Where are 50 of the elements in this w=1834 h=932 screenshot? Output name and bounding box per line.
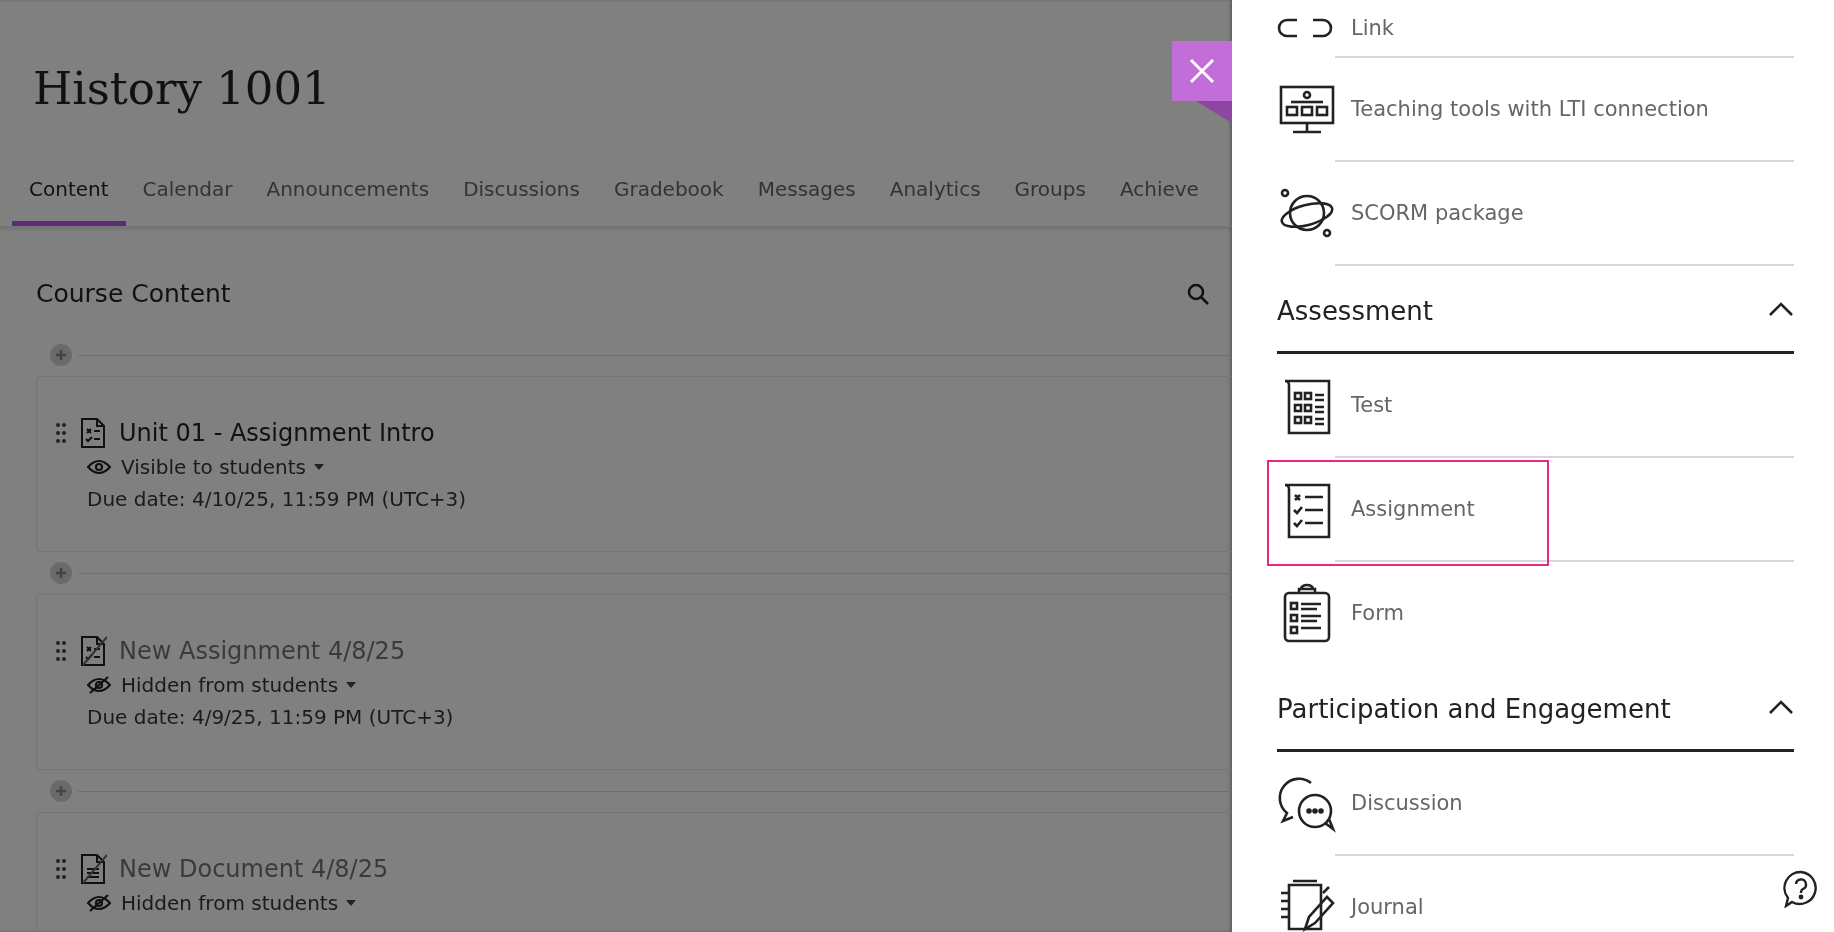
- menu-item[interactable]: SCORM package: [1277, 162, 1794, 264]
- menu-item[interactable]: Test: [1277, 354, 1794, 456]
- nav-tab[interactable]: Discussions: [446, 156, 597, 226]
- content-title[interactable]: New Document 4/8/25: [119, 855, 389, 883]
- add-content-button[interactable]: [50, 344, 72, 366]
- caret-icon: [346, 900, 357, 906]
- nav-tab[interactable]: Calendar: [125, 156, 250, 226]
- help-icon[interactable]: [1782, 870, 1820, 908]
- nav-tab[interactable]: Announcements: [249, 156, 447, 226]
- menu-item[interactable]: Teaching tools with LTI connection: [1277, 58, 1794, 160]
- plus-icon: [55, 785, 67, 797]
- document-icon: [79, 853, 107, 885]
- plus-icon: [55, 349, 67, 361]
- section-title: Assessment: [1277, 295, 1433, 326]
- plus-icon: [55, 567, 67, 579]
- visibility-dropdown[interactable]: Visible to students: [121, 455, 324, 479]
- assignment-icon: [79, 417, 107, 449]
- close-icon: [1189, 58, 1215, 84]
- menu-item[interactable]: Link: [1277, 0, 1794, 56]
- section-heading: Course Content: [36, 279, 231, 308]
- menu-item[interactable]: Journal: [1277, 856, 1794, 932]
- nav-tab[interactable]: Groups: [997, 156, 1103, 226]
- menu-item[interactable]: Discussion: [1277, 752, 1794, 854]
- caret-icon: [346, 682, 357, 688]
- caret-icon: [314, 464, 324, 470]
- assignment-icon: [79, 635, 107, 667]
- visibility-dropdown[interactable]: Hidden from students: [121, 673, 357, 697]
- section-title: Participation and Engagement: [1277, 693, 1671, 724]
- search-icon[interactable]: [1186, 281, 1210, 306]
- course-title: History 1001: [33, 62, 331, 115]
- menu-item[interactable]: Form: [1277, 562, 1794, 664]
- due-date: Due date: 4/9/25, 11:59 PM (UTC+3): [87, 705, 455, 729]
- add-content-button[interactable]: [50, 562, 72, 584]
- nav-tab[interactable]: Content: [12, 156, 126, 226]
- ribbon-fold-icon: [1196, 101, 1232, 123]
- menu-item[interactable]: Assignment: [1277, 458, 1794, 560]
- drag-handle-icon[interactable]: [55, 640, 67, 662]
- add-content-button[interactable]: [50, 780, 72, 802]
- nav-tab[interactable]: Achieve: [1102, 156, 1216, 226]
- drag-handle-icon[interactable]: [55, 858, 67, 880]
- visibility-dropdown[interactable]: Hidden from students: [121, 891, 357, 915]
- content-title[interactable]: Unit 01 - Assignment Intro: [119, 419, 435, 447]
- content-title[interactable]: New Assignment 4/8/25: [119, 637, 406, 665]
- link-icon: [1277, 18, 1333, 38]
- drag-handle-icon[interactable]: [55, 422, 67, 444]
- close-button[interactable]: [1172, 41, 1232, 101]
- nav-tab[interactable]: Messages: [740, 156, 873, 226]
- nav-tab[interactable]: Analytics: [872, 156, 998, 226]
- nav-tab[interactable]: Gradebook: [596, 156, 741, 226]
- due-date: Due date: 4/10/25, 11:59 PM (UTC+3): [87, 487, 468, 511]
